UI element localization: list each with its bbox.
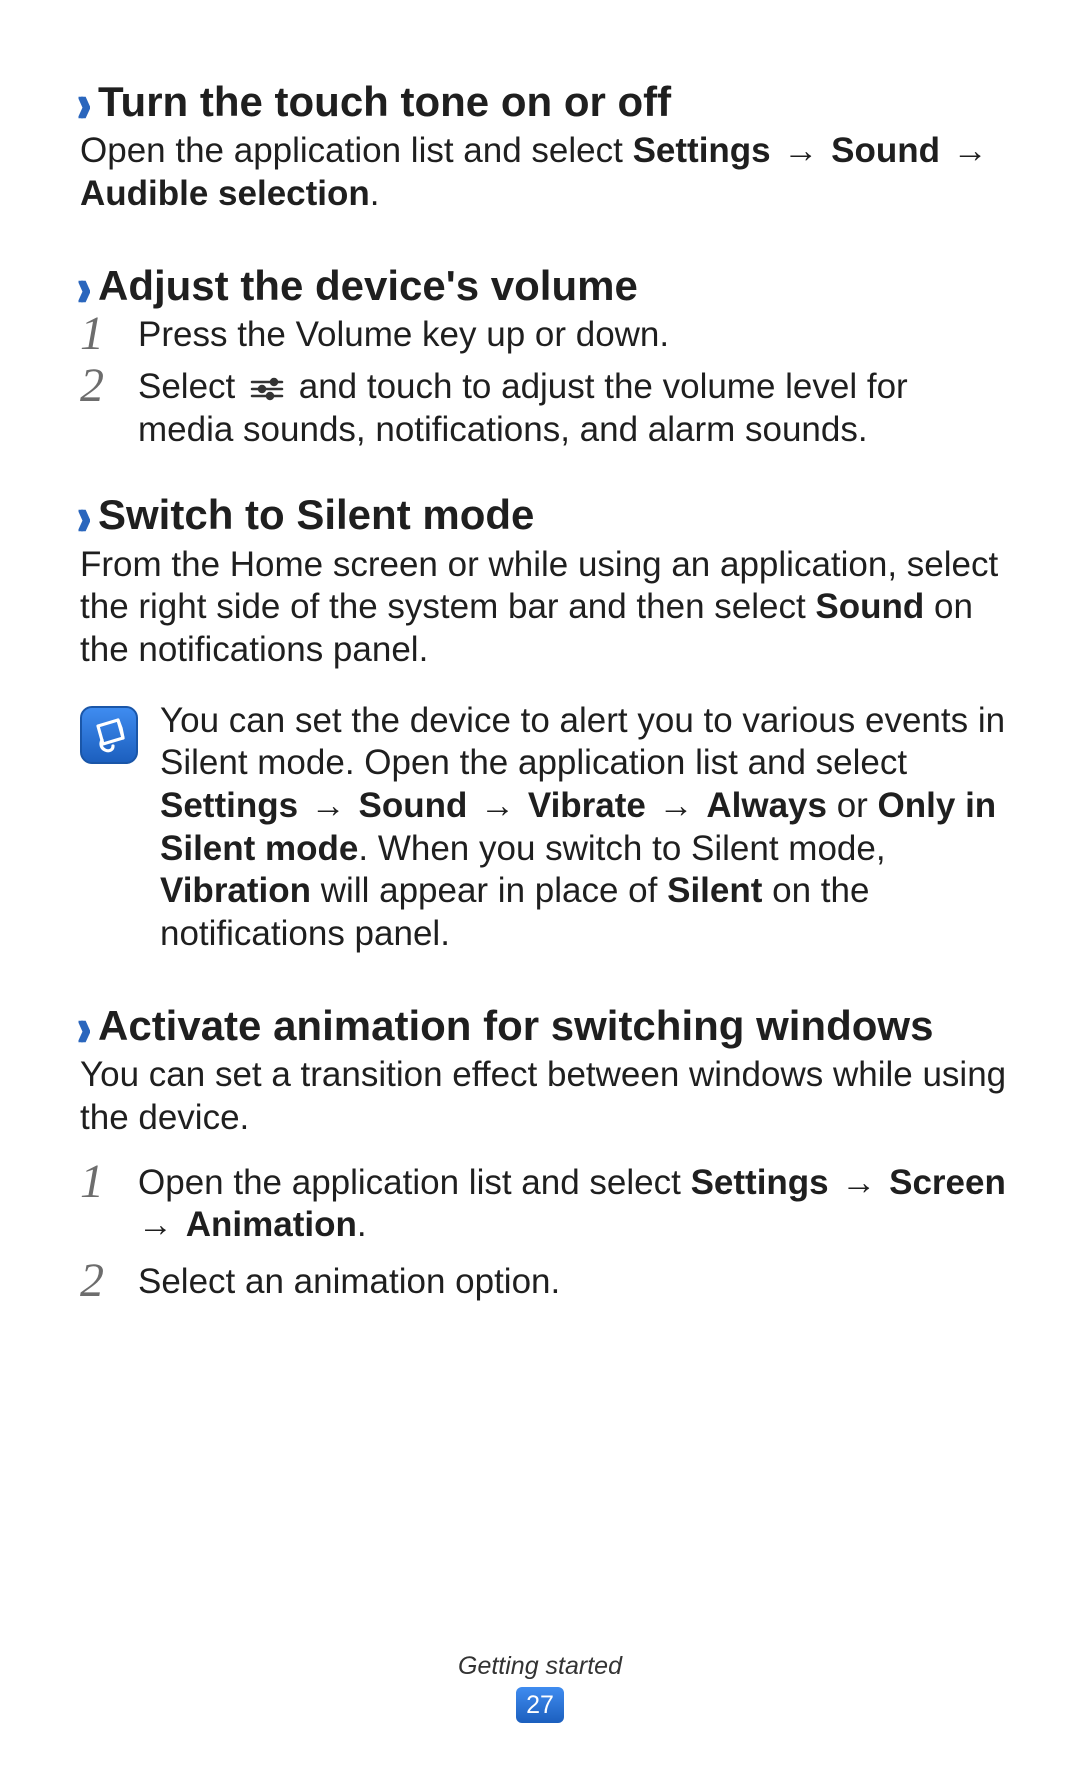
text: will appear in place of bbox=[311, 871, 667, 910]
bold-screen: Screen bbox=[889, 1163, 1006, 1202]
list-item: 1 Open the application list and select S… bbox=[80, 1162, 1010, 1247]
arrow: → bbox=[467, 786, 527, 825]
text: . bbox=[357, 1205, 367, 1244]
list-item: 2 Select an animation option. bbox=[80, 1261, 1010, 1309]
step-number: 1 bbox=[80, 310, 138, 358]
step-number: 2 bbox=[80, 362, 138, 410]
text: or bbox=[827, 786, 878, 825]
step-text: Select an animation option. bbox=[138, 1261, 1010, 1304]
arrow: → bbox=[646, 786, 706, 825]
step-text: Press the Volume key up or down. bbox=[138, 314, 1010, 357]
arrow: → bbox=[940, 131, 991, 170]
text: You can set the device to alert you to v… bbox=[160, 701, 1005, 783]
text: Open the application list and select bbox=[80, 131, 633, 170]
bold-silent: Silent bbox=[667, 871, 762, 910]
heading-text: Adjust the device's volume bbox=[98, 262, 638, 310]
bold-sound: Sound bbox=[359, 786, 468, 825]
animation-paragraph: You can set a transition effect between … bbox=[80, 1054, 1010, 1139]
step-number: 2 bbox=[80, 1257, 138, 1305]
text: Open the application list and select bbox=[138, 1163, 691, 1202]
list-item: 2 Select and touch to adjust the volume … bbox=[80, 366, 1010, 451]
touch-tone-paragraph: Open the application list and select Set… bbox=[80, 130, 1010, 215]
text: . bbox=[370, 174, 380, 213]
list-item: 1 Press the Volume key up or down. bbox=[80, 314, 1010, 362]
heading-adjust-volume: ›› Adjust the device's volume bbox=[80, 262, 1010, 310]
text: . When you switch to Silent mode, bbox=[358, 829, 885, 868]
bold-animation: Animation bbox=[186, 1205, 357, 1244]
heading-text: Activate animation for switching windows bbox=[98, 1002, 933, 1050]
bold-sound: Sound bbox=[831, 131, 940, 170]
arrow: → bbox=[771, 131, 831, 170]
arrow: → bbox=[298, 786, 358, 825]
heading-touch-tone: ›› Turn the touch tone on or off bbox=[80, 78, 1010, 126]
bold-always: Always bbox=[706, 786, 827, 825]
silent-paragraph: From the Home screen or while using an a… bbox=[80, 544, 1010, 672]
bold-sound: Sound bbox=[815, 587, 924, 626]
heading-silent-mode: ›› Switch to Silent mode bbox=[80, 491, 1010, 539]
note-icon bbox=[80, 706, 138, 764]
page-footer: Getting started 27 bbox=[0, 1652, 1080, 1723]
footer-section-label: Getting started bbox=[0, 1652, 1080, 1681]
bold-settings: Settings bbox=[160, 786, 298, 825]
note-block: You can set the device to alert you to v… bbox=[80, 700, 1010, 956]
heading-text: Switch to Silent mode bbox=[98, 491, 534, 539]
bold-vibration: Vibration bbox=[160, 871, 311, 910]
step-number: 1 bbox=[80, 1158, 138, 1206]
note-text: You can set the device to alert you to v… bbox=[160, 700, 1010, 956]
bold-settings: Settings bbox=[633, 131, 771, 170]
step-text: Select and touch to adjust the volume le… bbox=[138, 366, 1010, 451]
arrow: → bbox=[829, 1163, 889, 1202]
page-number-badge: 27 bbox=[516, 1687, 564, 1723]
text: Select bbox=[138, 367, 245, 406]
manual-page: ›› Turn the touch tone on or off Open th… bbox=[0, 0, 1080, 1771]
heading-text: Turn the touch tone on or off bbox=[98, 78, 671, 126]
bold-vibrate: Vibrate bbox=[528, 786, 646, 825]
bold-audible-selection: Audible selection bbox=[80, 174, 370, 213]
volume-steps: 1 Press the Volume key up or down. 2 Sel… bbox=[80, 314, 1010, 451]
step-text: Open the application list and select Set… bbox=[138, 1162, 1010, 1247]
bold-settings: Settings bbox=[691, 1163, 829, 1202]
sliders-icon bbox=[248, 369, 286, 393]
animation-steps: 1 Open the application list and select S… bbox=[80, 1162, 1010, 1309]
heading-animation: ›› Activate animation for switching wind… bbox=[80, 1002, 1010, 1050]
